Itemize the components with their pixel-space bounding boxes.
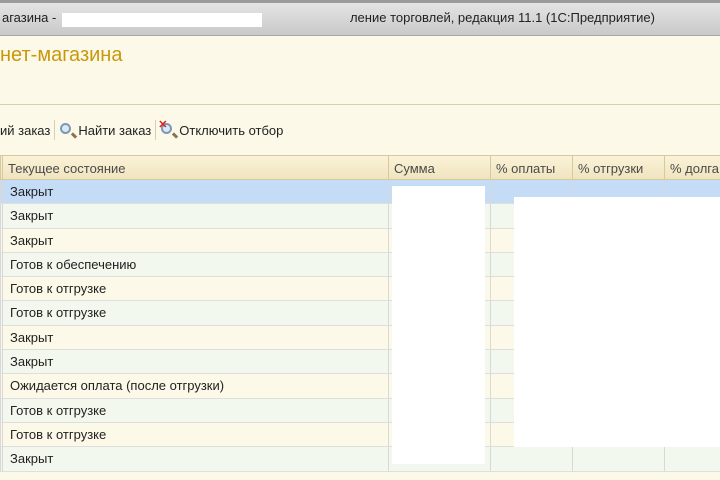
window-title-right: ление торговлей, редакция 11.1 (1С:Предп…	[349, 10, 655, 25]
disable-filter-button[interactable]: ✕ Отключить отбор	[156, 119, 287, 141]
new-order-label: ий заказ	[0, 122, 51, 138]
form-title: нет-магазина	[0, 44, 123, 66]
redacted-area	[514, 197, 720, 447]
column-header-payment[interactable]: % оплаты	[490, 156, 572, 179]
cell-state: Готов к обеспечению	[2, 252, 388, 277]
column-header-debt[interactable]: % долга	[664, 156, 720, 179]
cell-shipment	[572, 447, 664, 471]
cell-state: Готов к отгрузке	[2, 422, 388, 447]
cell-state: Ожидается оплата (после отгрузки)	[2, 374, 388, 398]
cell-state: Готов к отгрузке	[2, 301, 388, 325]
column-header-shipment[interactable]: % отгрузки	[572, 156, 664, 179]
window-title-left: агазина -	[2, 10, 60, 25]
cell-state: Закрыт	[2, 447, 388, 471]
table-row[interactable]: Закрыт	[0, 447, 720, 472]
cell-state: Закрыт	[2, 180, 388, 204]
column-header-sum[interactable]: Сумма	[388, 156, 490, 179]
column-header-state[interactable]: Текущее состояние	[2, 156, 388, 179]
cell-state: Закрыт	[2, 325, 388, 350]
cell-debt	[664, 447, 720, 471]
magnifier-icon	[59, 122, 75, 138]
redacted-area	[62, 13, 262, 27]
clear-filter-icon: ✕	[158, 119, 176, 138]
cell-state: Закрыт	[2, 350, 388, 374]
cell-state: Закрыт	[2, 228, 388, 252]
window-title-bar: агазина - ление торговлей, редакция 11.1…	[0, 0, 720, 36]
find-order-button[interactable]: Найти заказ	[55, 119, 155, 141]
cell-state: Готов к отгрузке	[2, 398, 388, 422]
table-header: Текущее состояние Сумма % оплаты % отгру…	[0, 155, 720, 180]
cell-state: Готов к отгрузке	[2, 277, 388, 301]
disable-filter-label: Отключить отбор	[179, 122, 284, 138]
redacted-area	[392, 186, 485, 464]
cell-state: Закрыт	[2, 204, 388, 228]
cell-payment	[490, 447, 572, 471]
new-order-button[interactable]: ий заказ	[0, 119, 54, 141]
divider	[0, 104, 720, 105]
find-order-label: Найти заказ	[78, 122, 152, 138]
toolbar: ий заказ Найти заказ ✕ Отключить отбор	[0, 118, 287, 142]
